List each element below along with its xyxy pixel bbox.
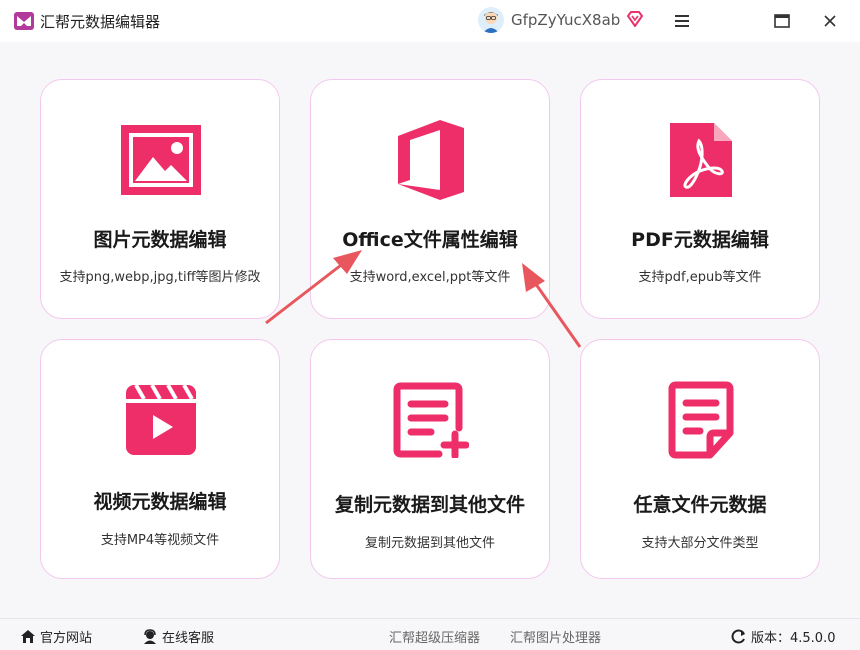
pdf-icon xyxy=(661,120,741,200)
refresh-icon xyxy=(731,629,745,644)
official-website-label: 官方网站 xyxy=(40,631,93,646)
online-support-label: 在线客服 xyxy=(162,631,215,646)
username[interactable]: GfpZyYucX8ab xyxy=(511,11,620,29)
card-title: 图片元数据编辑 xyxy=(93,229,227,251)
menu-button[interactable] xyxy=(669,8,695,34)
card-copy-metadata[interactable]: 复制元数据到其他文件 复制元数据到其他文件 xyxy=(310,339,550,579)
image-processor-link[interactable]: 汇帮图片处理器 xyxy=(510,627,601,646)
card-title: PDF元数据编辑 xyxy=(631,229,769,251)
card-title: Office文件属性编辑 xyxy=(342,229,518,251)
card-title: 视频元数据编辑 xyxy=(93,491,227,513)
card-description: 支持word,excel,ppt等文件 xyxy=(349,270,511,285)
card-any-file-metadata[interactable]: 任意文件元数据 支持大部分文件类型 xyxy=(580,339,820,579)
card-description: 支持png,webp,jpg,tiff等图片修改 xyxy=(59,270,261,285)
compressor-link[interactable]: 汇帮超级压缩器 xyxy=(389,627,480,646)
document-icon xyxy=(661,380,741,460)
version-label: 版本：4.5.0.0 xyxy=(751,631,836,646)
version-info[interactable]: 版本：4.5.0.0 xyxy=(731,627,835,646)
office-icon xyxy=(391,120,471,200)
card-office-properties[interactable]: Office文件属性编辑 支持word,excel,ppt等文件 xyxy=(310,79,550,319)
official-website-link[interactable]: 官方网站 xyxy=(20,627,92,646)
card-title: 复制元数据到其他文件 xyxy=(334,494,525,516)
video-icon xyxy=(121,380,201,460)
online-support-link[interactable]: 在线客服 xyxy=(142,627,214,646)
close-button[interactable] xyxy=(817,8,843,34)
headset-icon xyxy=(144,629,156,644)
title-bar: 汇帮元数据编辑器 GfpZyYucX8ab xyxy=(0,0,860,42)
maximize-icon xyxy=(774,14,790,28)
card-description: 支持大部分文件类型 xyxy=(641,536,759,551)
footer-bar: 官方网站 在线客服 汇帮超级压缩器 汇帮图片处理器 版本：4.5.0.0 xyxy=(0,618,860,650)
maximize-button[interactable] xyxy=(769,8,795,34)
hamburger-menu-icon xyxy=(675,15,689,27)
image-icon xyxy=(121,120,201,200)
card-pdf-metadata[interactable]: PDF元数据编辑 支持pdf,epub等文件 xyxy=(580,79,820,319)
card-image-metadata[interactable]: 图片元数据编辑 支持png,webp,jpg,tiff等图片修改 xyxy=(40,79,280,319)
document-add-icon xyxy=(391,380,471,460)
vip-diamond-icon[interactable] xyxy=(626,11,644,28)
user-avatar[interactable] xyxy=(478,7,504,33)
card-video-metadata[interactable]: 视频元数据编辑 支持MP4等视频文件 xyxy=(40,339,280,579)
card-description: 复制元数据到其他文件 xyxy=(364,536,495,551)
home-icon xyxy=(21,630,35,643)
card-title: 任意文件元数据 xyxy=(633,494,767,516)
card-description: 支持MP4等视频文件 xyxy=(100,533,220,548)
close-icon xyxy=(824,15,836,27)
card-description: 支持pdf,epub等文件 xyxy=(638,270,762,285)
app-logo-icon xyxy=(14,12,34,30)
app-title: 汇帮元数据编辑器 xyxy=(40,13,161,31)
